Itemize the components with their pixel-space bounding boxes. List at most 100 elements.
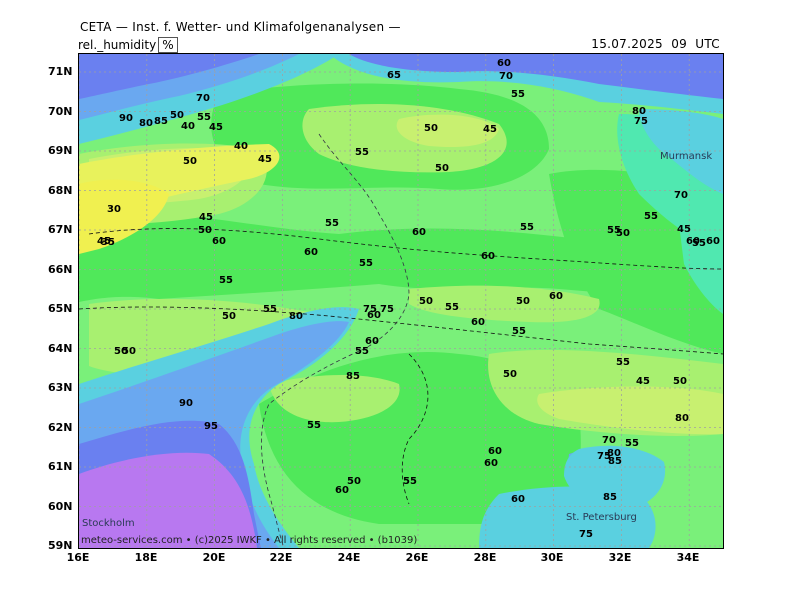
- contour-label: 90: [179, 398, 193, 409]
- contour-label: 60: [484, 458, 498, 469]
- contour-label: 75: [634, 116, 648, 127]
- contour-label: 50: [114, 346, 128, 357]
- lon-label: 30E: [540, 551, 564, 564]
- contour-label: 40: [234, 141, 248, 152]
- contour-label: 75: [597, 451, 611, 462]
- contour-label: 45: [199, 212, 213, 223]
- contour-label: 50: [170, 110, 184, 121]
- humidity-map: 90 80 85 70 50 55 40 45 40 45 50 35 30 45 50 55 60 60 55 55…: [78, 53, 724, 549]
- contour-label: 55: [512, 326, 526, 337]
- contour-label: 55: [355, 346, 369, 357]
- contour-label: 65: [387, 70, 401, 81]
- contour-label: 55: [520, 222, 534, 233]
- contour-label: 45: [483, 124, 497, 135]
- contour-label: 55: [511, 89, 525, 100]
- contour-label: 85: [603, 492, 617, 503]
- contour-label: 60: [549, 291, 563, 302]
- contour-label: 55: [644, 211, 658, 222]
- contour-label: 75: [380, 304, 394, 315]
- contour-label: 45: [677, 224, 691, 235]
- lon-label: 34E: [676, 551, 700, 564]
- lon-label: 26E: [405, 551, 429, 564]
- contour-label: 80: [289, 311, 303, 322]
- contour-label: 60: [304, 247, 318, 258]
- lat-label: 70N: [48, 105, 73, 118]
- contour-label: 85: [154, 116, 168, 127]
- lat-label: 65N: [48, 302, 73, 315]
- lon-label: 32E: [608, 551, 632, 564]
- lon-label: 18E: [134, 551, 158, 564]
- contour-label: 55: [359, 258, 373, 269]
- lon-label: 28E: [473, 551, 497, 564]
- contour-label: 50: [616, 228, 630, 239]
- contour-label: 50: [183, 156, 197, 167]
- contour-label: 50: [198, 225, 212, 236]
- lon-label: 22E: [269, 551, 293, 564]
- lat-label: 68N: [48, 184, 73, 197]
- contour-label: 55: [692, 238, 706, 249]
- contour-label: 50: [503, 369, 517, 380]
- contour-label: 60: [511, 494, 525, 505]
- contour-label: 75: [579, 529, 593, 540]
- contour-label: 50: [435, 163, 449, 174]
- contour-label: 45: [636, 376, 650, 387]
- contour-label: 45: [258, 154, 272, 165]
- lat-label: 63N: [48, 381, 73, 394]
- field-name: rel._humidity: [78, 38, 157, 52]
- contour-label: 70: [196, 93, 210, 104]
- lat-label: 62N: [48, 421, 73, 434]
- contour-label: 60: [212, 236, 226, 247]
- lon-label: 20E: [202, 551, 226, 564]
- contour-label: 70: [674, 190, 688, 201]
- contour-label: 50: [222, 311, 236, 322]
- contour-label: 55: [355, 147, 369, 158]
- contour-label: 50: [516, 296, 530, 307]
- contour-label: 70: [602, 435, 616, 446]
- lon-label: 16E: [66, 551, 90, 564]
- lat-label: 69N: [48, 144, 73, 157]
- city-label-st-petersburg: St. Petersburg: [566, 512, 637, 523]
- contour-label: 60: [412, 227, 426, 238]
- contour-label: 50: [673, 376, 687, 387]
- copyright-watermark: meteo-services.com • (c)2025 IWKF • All …: [81, 535, 418, 546]
- contour-label: 40: [181, 121, 195, 132]
- contour-label: 55: [325, 218, 339, 229]
- contour-label: 85: [346, 371, 360, 382]
- contour-label: 30: [107, 204, 121, 215]
- city-label-murmansk: Murmansk: [660, 151, 713, 162]
- contour-label: 70: [499, 71, 513, 82]
- contour-label: 55: [219, 275, 233, 286]
- lat-label: 67N: [48, 223, 73, 236]
- lat-label: 60N: [48, 500, 73, 513]
- contour-label: 95: [204, 421, 218, 432]
- contour-label: 90: [119, 113, 133, 124]
- contour-label: 45: [209, 122, 223, 133]
- contour-label: 60: [367, 310, 381, 321]
- contour-label: 80: [675, 413, 689, 424]
- field-selector: rel._humidity %: [78, 37, 178, 53]
- contour-label: 50: [419, 296, 433, 307]
- contour-label: 55: [625, 438, 639, 449]
- lat-label: 61N: [48, 460, 73, 473]
- contour-label: 60: [488, 446, 502, 457]
- contour-label: 55: [263, 304, 277, 315]
- contour-label: 55: [403, 476, 417, 487]
- contour-label: 50: [424, 123, 438, 134]
- lat-label: 71N: [48, 65, 73, 78]
- map-title: CETA — Inst. f. Wetter- und Klimafolgena…: [80, 20, 401, 34]
- contour-label: 55: [616, 357, 630, 368]
- contour-label: 55: [445, 302, 459, 313]
- contour-label: 50: [347, 476, 361, 487]
- lat-label: 64N: [48, 342, 73, 355]
- field-unit-box: %: [158, 37, 178, 53]
- city-label-stockholm: Stockholm: [82, 518, 135, 529]
- contour-label: 80: [139, 118, 153, 129]
- contour-label: 60: [497, 58, 511, 69]
- contour-label: 60: [481, 251, 495, 262]
- contour-label: 55: [307, 420, 321, 431]
- contour-label: 60: [706, 236, 720, 247]
- map-canvas: 90 80 857050 5540 454045503530455055606055 55…: [79, 54, 723, 548]
- lat-label: 66N: [48, 263, 73, 276]
- valid-time: 15.07.2025 09 UTC: [591, 37, 720, 51]
- contour-label: 45: [97, 236, 111, 247]
